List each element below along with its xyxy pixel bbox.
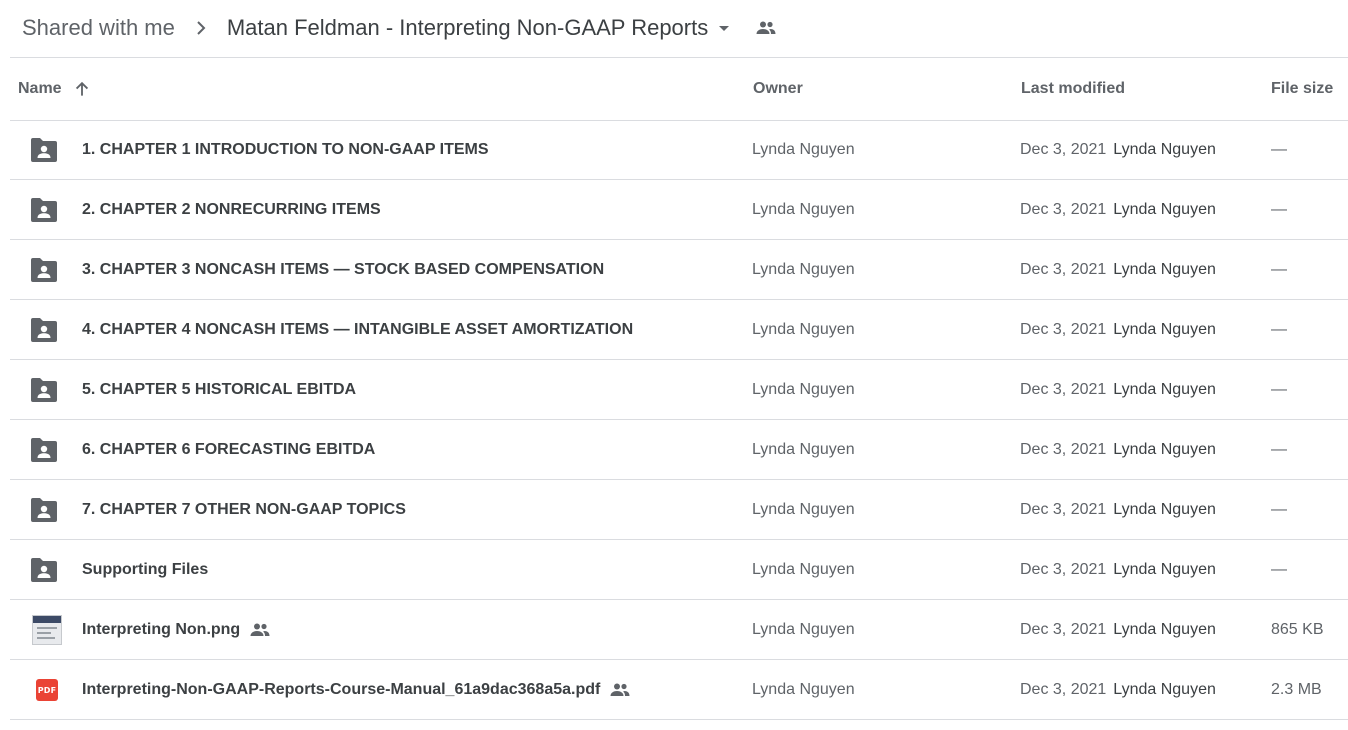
file-row[interactable]: 2. CHAPTER 2 NONRECURRING ITEMS Lynda Ng…: [10, 180, 1348, 240]
column-header-owner[interactable]: Owner: [753, 58, 803, 120]
file-last-modified: Dec 3, 2021 Lynda Nguyen: [1020, 260, 1216, 278]
file-name[interactable]: Interpreting-Non-GAAP-Reports-Course-Man…: [82, 660, 632, 719]
file-owner: Lynda Nguyen: [752, 500, 855, 518]
shared-folder-icon: [31, 258, 57, 282]
file-owner: Lynda Nguyen: [752, 320, 855, 338]
shared-folder-icon: [31, 558, 57, 582]
file-size: —: [1271, 380, 1287, 398]
file-size: —: [1271, 500, 1287, 518]
file-row[interactable]: 1. CHAPTER 1 INTRODUCTION TO NON-GAAP IT…: [10, 120, 1348, 180]
shared-folder-icon: [31, 198, 57, 222]
file-size: 2.3 MB: [1271, 680, 1322, 698]
shared-people-icon: [250, 623, 270, 636]
file-owner: Lynda Nguyen: [752, 620, 855, 638]
file-name[interactable]: Interpreting Non.png: [82, 600, 272, 659]
file-owner: Lynda Nguyen: [752, 440, 855, 458]
file-name[interactable]: 7. CHAPTER 7 OTHER NON-GAAP TOPICS: [82, 480, 406, 539]
file-size: —: [1271, 320, 1287, 338]
file-size: —: [1271, 200, 1287, 218]
shared-people-icon: [610, 683, 630, 696]
arrow-up-icon[interactable]: [72, 79, 92, 99]
column-header-row: Name Owner Last modified File size: [10, 58, 1348, 121]
file-row[interactable]: Supporting Files Lynda Nguyen Dec 3, 202…: [10, 540, 1348, 600]
file-owner: Lynda Nguyen: [752, 200, 855, 218]
file-last-modified: Dec 3, 2021 Lynda Nguyen: [1020, 560, 1216, 578]
file-last-modified: Dec 3, 2021 Lynda Nguyen: [1020, 200, 1216, 218]
shared-folder-icon: [31, 318, 57, 342]
file-name[interactable]: Supporting Files: [82, 540, 208, 599]
file-owner: Lynda Nguyen: [752, 680, 855, 698]
breadcrumb-shared-with-me[interactable]: Shared with me: [22, 15, 175, 41]
column-header-name[interactable]: Name: [18, 58, 92, 120]
file-size: —: [1271, 560, 1287, 578]
file-name[interactable]: 3. CHAPTER 3 NONCASH ITEMS — STOCK BASED…: [82, 240, 604, 299]
dropdown-caret-icon[interactable]: [712, 16, 736, 40]
column-header-file-size[interactable]: File size: [1271, 58, 1333, 120]
shared-folder-icon: [31, 498, 57, 522]
file-last-modified: Dec 3, 2021 Lynda Nguyen: [1020, 380, 1216, 398]
file-last-modified: Dec 3, 2021 Lynda Nguyen: [1020, 680, 1216, 698]
shared-folder-icon: [31, 138, 57, 162]
file-row[interactable]: 4. CHAPTER 4 NONCASH ITEMS — INTANGIBLE …: [10, 300, 1348, 360]
column-header-name-label: Name: [18, 80, 62, 97]
shared-folder-icon: [31, 378, 57, 402]
file-list: 1. CHAPTER 1 INTRODUCTION TO NON-GAAP IT…: [10, 120, 1348, 720]
file-last-modified: Dec 3, 2021 Lynda Nguyen: [1020, 140, 1216, 158]
column-header-last-modified[interactable]: Last modified: [1021, 58, 1125, 120]
file-size: 865 KB: [1271, 620, 1324, 638]
file-size: —: [1271, 440, 1287, 458]
file-row[interactable]: PDF Interpreting-Non-GAAP-Reports-Course…: [10, 660, 1348, 720]
file-row[interactable]: 3. CHAPTER 3 NONCASH ITEMS — STOCK BASED…: [10, 240, 1348, 300]
people-icon[interactable]: [754, 16, 778, 40]
pdf-icon: PDF: [36, 679, 58, 701]
file-owner: Lynda Nguyen: [752, 380, 855, 398]
file-owner: Lynda Nguyen: [752, 260, 855, 278]
file-name[interactable]: 6. CHAPTER 6 FORECASTING EBITDA: [82, 420, 375, 479]
file-last-modified: Dec 3, 2021 Lynda Nguyen: [1020, 320, 1216, 338]
chevron-right-icon: [197, 21, 206, 35]
file-name[interactable]: 4. CHAPTER 4 NONCASH ITEMS — INTANGIBLE …: [82, 300, 633, 359]
file-name[interactable]: 5. CHAPTER 5 HISTORICAL EBITDA: [82, 360, 356, 419]
file-row[interactable]: Interpreting Non.png Lynda Nguyen Dec 3,…: [10, 600, 1348, 660]
file-last-modified: Dec 3, 2021 Lynda Nguyen: [1020, 620, 1216, 638]
file-owner: Lynda Nguyen: [752, 140, 855, 158]
breadcrumb-current-folder[interactable]: Matan Feldman - Interpreting Non-GAAP Re…: [227, 15, 708, 41]
file-owner: Lynda Nguyen: [752, 560, 855, 578]
file-name[interactable]: 1. CHAPTER 1 INTRODUCTION TO NON-GAAP IT…: [82, 120, 489, 179]
breadcrumb: Shared with me Matan Feldman - Interpret…: [22, 0, 778, 56]
file-last-modified: Dec 3, 2021 Lynda Nguyen: [1020, 440, 1216, 458]
file-name[interactable]: 2. CHAPTER 2 NONRECURRING ITEMS: [82, 180, 381, 239]
file-last-modified: Dec 3, 2021 Lynda Nguyen: [1020, 500, 1216, 518]
file-row[interactable]: 5. CHAPTER 5 HISTORICAL EBITDA Lynda Ngu…: [10, 360, 1348, 420]
shared-folder-icon: [31, 438, 57, 462]
image-thumbnail-icon: [32, 615, 62, 645]
file-row[interactable]: 7. CHAPTER 7 OTHER NON-GAAP TOPICS Lynda…: [10, 480, 1348, 540]
file-size: —: [1271, 140, 1287, 158]
file-row[interactable]: 6. CHAPTER 6 FORECASTING EBITDA Lynda Ng…: [10, 420, 1348, 480]
file-size: —: [1271, 260, 1287, 278]
